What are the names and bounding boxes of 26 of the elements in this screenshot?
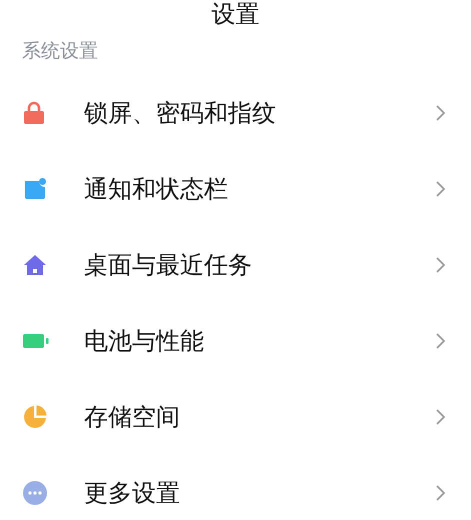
chevron-icon	[436, 257, 445, 273]
item-label: 存储空间	[84, 402, 181, 432]
settings-item[interactable]: 更多设置	[0, 455, 471, 520]
home-icon	[23, 254, 47, 276]
page-title: 设置	[210, 0, 260, 28]
item-label: 锁屏、密码和指纹	[84, 98, 277, 128]
settings-item[interactable]: 存储空间	[0, 379, 471, 455]
chevron-icon	[436, 485, 445, 501]
item-label: 通知和状态栏	[84, 174, 229, 204]
notification-icon	[23, 177, 47, 201]
pie-chart-icon	[23, 405, 47, 429]
more-icon	[23, 481, 47, 505]
lock-icon	[23, 101, 45, 125]
battery-icon	[23, 333, 49, 349]
settings-item[interactable]: 桌面与最近任务	[0, 227, 471, 303]
settings-item[interactable]: 电池与性能	[0, 303, 471, 379]
settings-item[interactable]: 通知和状态栏	[0, 151, 471, 227]
item-label: 电池与性能	[84, 326, 205, 356]
chevron-icon	[436, 105, 445, 121]
settings-item[interactable]: 锁屏、密码和指纹	[0, 75, 471, 151]
chevron-icon	[436, 181, 445, 197]
item-label: 桌面与最近任务	[84, 250, 253, 280]
chevron-icon	[436, 333, 445, 349]
chevron-icon	[436, 409, 445, 425]
item-label: 更多设置	[84, 478, 181, 508]
section-header: 系统设置	[21, 39, 99, 64]
